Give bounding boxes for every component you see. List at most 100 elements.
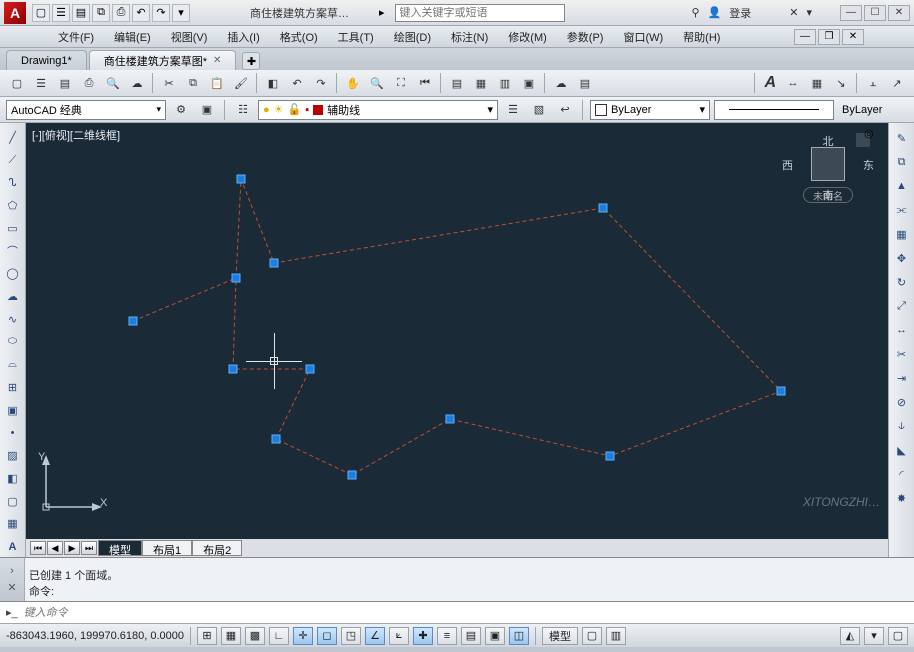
- erase-icon[interactable]: ✎: [891, 127, 913, 149]
- xline-icon[interactable]: ⟋: [2, 150, 24, 171]
- viewcube-face[interactable]: [811, 147, 845, 181]
- region-icon[interactable]: ▢: [2, 491, 24, 512]
- annoscale-icon[interactable]: ◭: [840, 627, 860, 645]
- viewcube-west[interactable]: 西: [782, 157, 793, 173]
- layout-tab[interactable]: 布局1: [142, 540, 192, 556]
- array-icon[interactable]: ▦: [891, 223, 913, 245]
- layout-last-icon[interactable]: ⏭: [81, 541, 97, 555]
- grip[interactable]: [777, 387, 786, 396]
- grip[interactable]: [606, 452, 615, 461]
- color-combo[interactable]: ByLayer ▾: [590, 100, 710, 120]
- revcloud-icon[interactable]: ☁: [2, 286, 24, 307]
- layout-tab-model[interactable]: 模型: [98, 540, 142, 556]
- layer-combo[interactable]: ● ☀ 🔓 ▪ 辅助线 ▾: [258, 100, 498, 120]
- menu-insert[interactable]: 插入(I): [219, 27, 267, 47]
- mirror-icon[interactable]: ▲: [891, 175, 913, 197]
- app-icon[interactable]: A: [4, 2, 26, 24]
- layer-manager-icon[interactable]: ☷: [232, 99, 254, 121]
- polyline-icon[interactable]: ᔐ: [2, 172, 24, 193]
- status-sc-icon[interactable]: ◫: [509, 627, 529, 645]
- tab-close-icon[interactable]: ✕: [213, 55, 221, 66]
- status-infer-icon[interactable]: ⊞: [197, 627, 217, 645]
- undo-icon[interactable]: ↶: [132, 4, 150, 22]
- move-icon[interactable]: ✥: [891, 247, 913, 269]
- trim-icon[interactable]: ✂: [891, 343, 913, 365]
- status-3dosnap-icon[interactable]: ◳: [341, 627, 361, 645]
- arc-icon[interactable]: ⌒: [2, 241, 24, 262]
- hatch-icon[interactable]: ▨: [2, 445, 24, 466]
- status-tpy-icon[interactable]: ▤: [461, 627, 481, 645]
- explode-icon[interactable]: ✸: [891, 487, 913, 509]
- dimstyle-icon[interactable]: ↔: [782, 72, 804, 94]
- selected-polyline[interactable]: [26, 123, 888, 539]
- table-icon[interactable]: ▦: [2, 513, 24, 534]
- grip[interactable]: [348, 471, 357, 480]
- menu-tools[interactable]: 工具(T): [330, 27, 382, 47]
- open-icon[interactable]: ☰: [30, 72, 52, 94]
- workspace-combo[interactable]: AutoCAD 经典 ▾: [6, 100, 166, 120]
- ucs-icon[interactable]: Y X: [38, 455, 108, 515]
- menu-modify[interactable]: 修改(M): [500, 27, 555, 47]
- stretch-icon[interactable]: ↔: [891, 319, 913, 341]
- save-icon[interactable]: ▤: [54, 72, 76, 94]
- ellipsearc-icon[interactable]: ⌓: [2, 354, 24, 375]
- grip[interactable]: [229, 365, 238, 374]
- undo-icon[interactable]: ↶: [286, 72, 308, 94]
- grip[interactable]: [446, 415, 455, 424]
- insert-icon[interactable]: ⊞: [2, 377, 24, 398]
- viewcube-south[interactable]: 南: [788, 187, 868, 203]
- layout-tab[interactable]: 布局2: [192, 540, 242, 556]
- paste-icon[interactable]: 📋: [206, 72, 228, 94]
- new-icon[interactable]: ▢: [32, 4, 50, 22]
- extend-icon[interactable]: ⇥: [891, 367, 913, 389]
- grip[interactable]: [129, 317, 138, 326]
- infocenter-icon[interactable]: ⚲: [691, 6, 699, 19]
- mdi-restore-button[interactable]: ❐: [818, 29, 840, 45]
- join-icon[interactable]: ⫝: [891, 415, 913, 437]
- qat-more-icon[interactable]: ▾: [172, 4, 190, 22]
- status-dyn-icon[interactable]: ✚: [413, 627, 433, 645]
- markup-icon[interactable]: ☁: [550, 72, 572, 94]
- offset-icon[interactable]: ⫘: [891, 199, 913, 221]
- minimize-button[interactable]: —: [840, 5, 862, 21]
- new-icon[interactable]: ▢: [6, 72, 28, 94]
- copy-icon[interactable]: ⧉: [182, 72, 204, 94]
- open-icon[interactable]: ☰: [52, 4, 70, 22]
- grip[interactable]: [232, 274, 241, 283]
- break-icon[interactable]: ⊘: [891, 391, 913, 413]
- mleaderstyle-icon[interactable]: ↘: [830, 72, 852, 94]
- tablestyle-icon[interactable]: ▦: [806, 72, 828, 94]
- layout-next-icon[interactable]: ▶: [64, 541, 80, 555]
- redo-icon[interactable]: ↷: [152, 4, 170, 22]
- status-ducs-icon[interactable]: ⟀: [389, 627, 409, 645]
- zoom-prev-icon[interactable]: ⏮: [414, 72, 436, 94]
- zoom-window-icon[interactable]: ⛶: [390, 72, 412, 94]
- pan-icon[interactable]: ✋: [342, 72, 364, 94]
- mdi-minimize-button[interactable]: —: [794, 29, 816, 45]
- gradient-icon[interactable]: ◧: [2, 468, 24, 489]
- zoom-realtime-icon[interactable]: 🔍: [366, 72, 388, 94]
- print-icon[interactable]: ⎙: [78, 72, 100, 94]
- command-input-row[interactable]: ▸_: [0, 601, 914, 623]
- layout-first-icon[interactable]: ⏮: [30, 541, 46, 555]
- login-label[interactable]: 登录: [729, 5, 751, 21]
- grip[interactable]: [306, 365, 315, 374]
- matchprop-icon[interactable]: 🖌: [230, 72, 252, 94]
- menu-help[interactable]: 帮助(H): [675, 27, 728, 47]
- model-space-button[interactable]: 模型: [542, 627, 578, 645]
- command-input[interactable]: [24, 607, 908, 619]
- menu-edit[interactable]: 编辑(E): [106, 27, 159, 47]
- toolpalette-icon[interactable]: ▥: [494, 72, 516, 94]
- help-search[interactable]: [395, 4, 565, 22]
- workspace-gear-icon[interactable]: ⚙: [170, 99, 192, 121]
- cmd-handle-close-icon[interactable]: ✕: [7, 581, 16, 594]
- properties-icon[interactable]: ▤: [446, 72, 468, 94]
- menu-draw[interactable]: 绘图(D): [386, 27, 439, 47]
- status-layout-icon[interactable]: ▢: [582, 627, 602, 645]
- menu-view[interactable]: 视图(V): [163, 27, 216, 47]
- cut-icon[interactable]: ✂: [158, 72, 180, 94]
- menu-dim[interactable]: 标注(N): [443, 27, 496, 47]
- publish-icon[interactable]: ☁: [126, 72, 148, 94]
- textstyle-icon[interactable]: A: [760, 74, 780, 92]
- layer-iso-icon[interactable]: ▧: [528, 99, 550, 121]
